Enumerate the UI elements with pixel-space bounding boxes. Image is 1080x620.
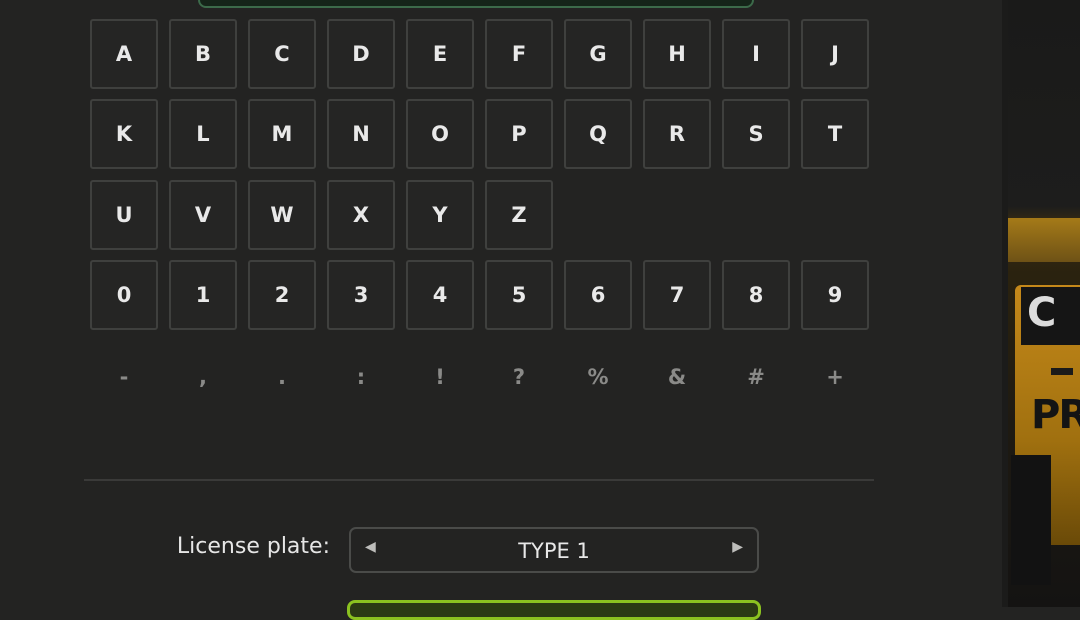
next-option-icon[interactable]: ▶: [732, 539, 743, 555]
background-stripe: [1005, 218, 1080, 262]
key-r[interactable]: R: [643, 99, 711, 169]
key-x[interactable]: X: [327, 180, 395, 250]
key-a[interactable]: A: [90, 19, 158, 89]
key-question[interactable]: ?: [485, 357, 553, 397]
background-dash: [1051, 368, 1073, 375]
key-d[interactable]: D: [327, 19, 395, 89]
license-plate-preview: [198, 0, 754, 8]
key-b[interactable]: B: [169, 19, 237, 89]
background-brand-text: C: [1027, 290, 1056, 336]
key-8[interactable]: 8: [722, 260, 790, 330]
panel-edge: [1002, 0, 1008, 607]
key-v[interactable]: V: [169, 180, 237, 250]
license-plate-type-value: TYPE 1: [518, 539, 590, 563]
key-9[interactable]: 9: [801, 260, 869, 330]
key-f[interactable]: F: [485, 19, 553, 89]
key-o[interactable]: O: [406, 99, 474, 169]
key-z[interactable]: Z: [485, 180, 553, 250]
key-colon[interactable]: :: [327, 357, 395, 397]
key-percent[interactable]: %: [564, 357, 632, 397]
key-j[interactable]: J: [801, 19, 869, 89]
key-m[interactable]: M: [248, 99, 316, 169]
key-7[interactable]: 7: [643, 260, 711, 330]
license-plate-label: License plate:: [176, 534, 330, 559]
license-plate-type-selector[interactable]: ◀ TYPE 1 ▶: [349, 527, 759, 573]
key-u[interactable]: U: [90, 180, 158, 250]
key-i[interactable]: I: [722, 19, 790, 89]
key-comma[interactable]: ,: [169, 357, 237, 397]
key-ampersand[interactable]: &: [643, 357, 711, 397]
key-exclamation[interactable]: !: [406, 357, 474, 397]
key-s[interactable]: S: [722, 99, 790, 169]
key-w[interactable]: W: [248, 180, 316, 250]
key-q[interactable]: Q: [564, 99, 632, 169]
key-1[interactable]: 1: [169, 260, 237, 330]
background-scene: C PR: [1005, 0, 1080, 607]
key-l[interactable]: L: [169, 99, 237, 169]
key-4[interactable]: 4: [406, 260, 474, 330]
key-period[interactable]: .: [248, 357, 316, 397]
key-c[interactable]: C: [248, 19, 316, 89]
key-e[interactable]: E: [406, 19, 474, 89]
key-hash[interactable]: #: [722, 357, 790, 397]
key-plus[interactable]: +: [801, 357, 869, 397]
key-0[interactable]: 0: [90, 260, 158, 330]
key-n[interactable]: N: [327, 99, 395, 169]
confirm-button[interactable]: [347, 600, 761, 620]
key-g[interactable]: G: [564, 19, 632, 89]
key-hyphen[interactable]: -: [90, 357, 158, 397]
key-h[interactable]: H: [643, 19, 711, 89]
key-p[interactable]: P: [485, 99, 553, 169]
key-5[interactable]: 5: [485, 260, 553, 330]
key-3[interactable]: 3: [327, 260, 395, 330]
key-6[interactable]: 6: [564, 260, 632, 330]
background-brand-text-2: PR: [1031, 392, 1080, 438]
background-shadow: [1011, 455, 1051, 585]
key-t[interactable]: T: [801, 99, 869, 169]
key-y[interactable]: Y: [406, 180, 474, 250]
key-k[interactable]: K: [90, 99, 158, 169]
divider: [84, 479, 874, 481]
key-2[interactable]: 2: [248, 260, 316, 330]
